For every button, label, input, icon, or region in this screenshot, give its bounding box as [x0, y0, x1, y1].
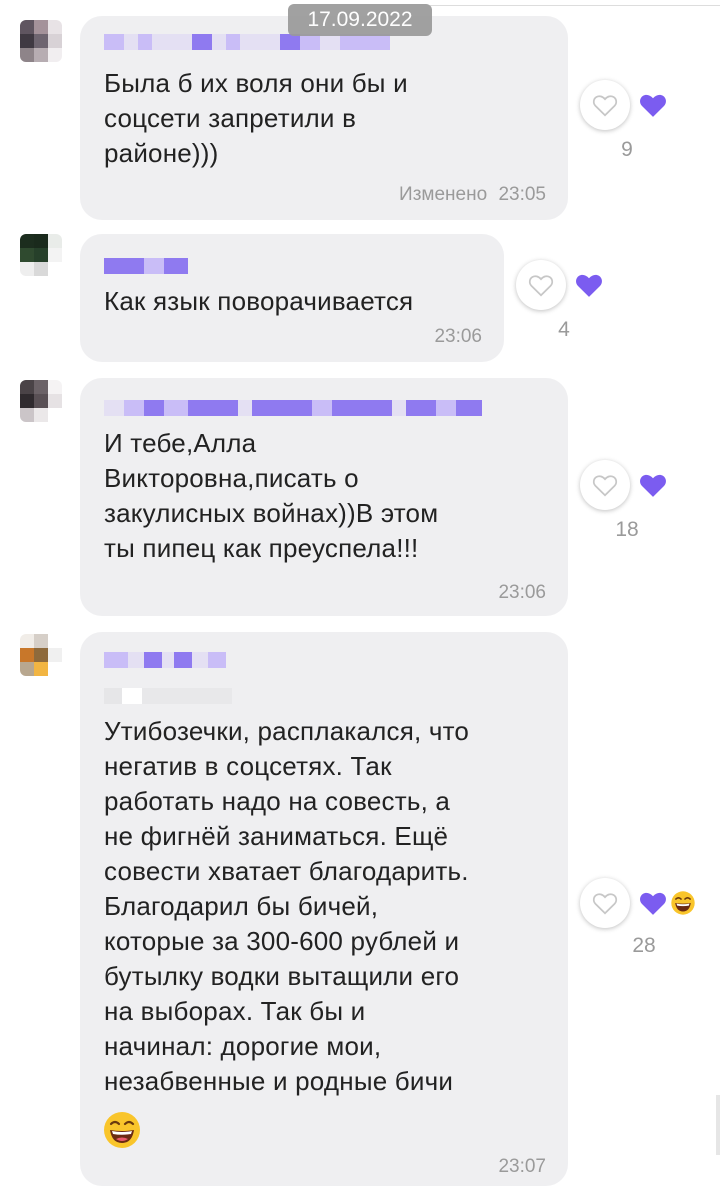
- message-timestamp: 23:06: [434, 326, 482, 348]
- reaction-bar: [516, 260, 604, 310]
- message-bubble[interactable]: Была б их воля они бы и соцсети запретил…: [80, 16, 568, 220]
- author-name-blurred: [104, 652, 226, 668]
- like-button[interactable]: [516, 260, 566, 310]
- top-divider: [430, 5, 720, 6]
- avatar[interactable]: [20, 234, 62, 276]
- heart-reaction[interactable]: [638, 889, 668, 917]
- avatar[interactable]: [20, 20, 62, 62]
- edited-label: Изменено: [399, 184, 488, 205]
- author-name-blurred: [104, 258, 188, 274]
- like-count: 28: [632, 934, 656, 957]
- like-button[interactable]: [580, 878, 630, 928]
- heart-filled-icon: [640, 94, 666, 117]
- time-label: 23:06: [434, 326, 482, 347]
- heart-outline-icon: [592, 893, 618, 915]
- message-bubble[interactable]: Утибозечки, расплакался, что негатив в с…: [80, 632, 568, 1186]
- heart-filled-icon: [640, 892, 666, 915]
- author-status-blurred: [104, 688, 232, 704]
- author-name-blurred: [104, 400, 482, 416]
- heart-reaction[interactable]: [638, 91, 668, 119]
- avatar[interactable]: [20, 634, 62, 676]
- message-timestamp: 23:07: [498, 1156, 546, 1178]
- author-name-blurred: [104, 34, 390, 50]
- heart-outline-icon: [528, 275, 554, 297]
- reaction-bar: [580, 878, 696, 928]
- time-label: 23:06: [498, 582, 546, 603]
- message-timestamp: 23:06: [498, 582, 546, 604]
- like-button[interactable]: [580, 460, 630, 510]
- laughing-emoji-icon: [104, 1112, 140, 1148]
- avatar[interactable]: [20, 380, 62, 422]
- like-count: 9: [621, 138, 633, 161]
- time-label: 23:07: [498, 1156, 546, 1177]
- message-bubble[interactable]: Как язык поворачивается 23:06: [80, 234, 504, 362]
- message-text: И тебе,Алла Викторовна,писать о закулисн…: [104, 428, 439, 563]
- message-bubble[interactable]: И тебе,Алла Викторовна,писать о закулисн…: [80, 378, 568, 616]
- date-separator: 17.09.2022: [288, 4, 432, 36]
- like-button[interactable]: [580, 80, 630, 130]
- like-count: 4: [558, 318, 570, 341]
- reaction-bar: [580, 460, 668, 510]
- heart-filled-icon: [640, 474, 666, 497]
- reaction-bar: [580, 80, 668, 130]
- time-label: 23:05: [498, 184, 546, 205]
- message-text: Была б их воля они бы и соцсети запретил…: [104, 68, 408, 168]
- message-text: Как язык поворачивается: [104, 286, 414, 316]
- laughing-emoji-reaction-icon[interactable]: [670, 890, 696, 916]
- heart-outline-icon: [592, 475, 618, 497]
- scrollbar[interactable]: [716, 1095, 720, 1155]
- like-count: 18: [615, 518, 639, 541]
- heart-filled-icon: [576, 274, 602, 297]
- heart-reaction[interactable]: [638, 471, 668, 499]
- message-timestamp: Изменено 23:05: [399, 184, 546, 206]
- message-text: Утибозечки, расплакался, что негатив в с…: [104, 716, 470, 1096]
- heart-reaction[interactable]: [574, 271, 604, 299]
- heart-outline-icon: [592, 95, 618, 117]
